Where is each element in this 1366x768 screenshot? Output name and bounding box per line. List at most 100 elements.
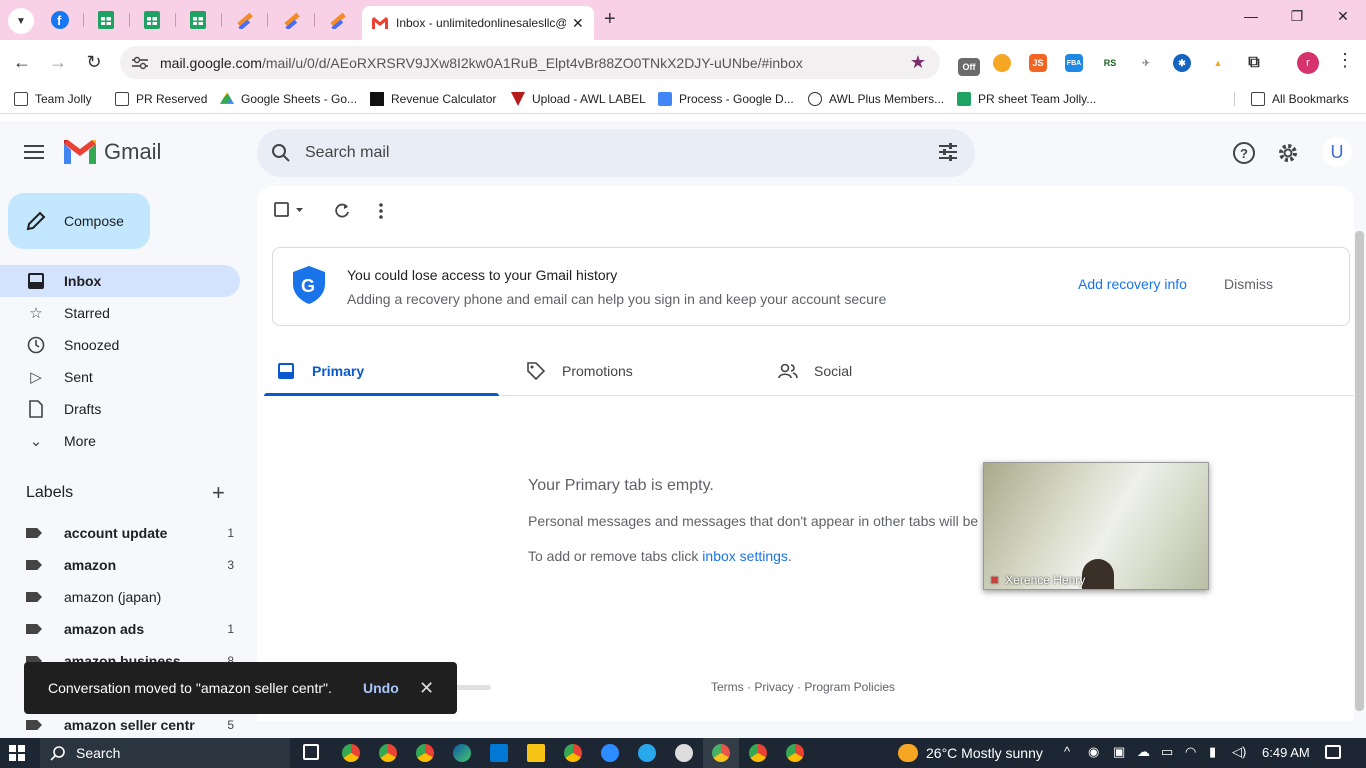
extension-fba-icon[interactable]: FBA — [1065, 54, 1083, 72]
sidebar-item-snoozed[interactable]: Snoozed — [0, 329, 240, 361]
show-hidden-icons[interactable]: ^ — [1064, 744, 1070, 759]
extension-scout-icon[interactable]: ▲ — [1209, 54, 1227, 72]
sidebar-item-starred[interactable]: ☆ Starred — [0, 297, 240, 329]
tab-social[interactable]: Social — [778, 346, 852, 396]
dismiss-button[interactable]: Dismiss — [1224, 276, 1273, 292]
footer-links[interactable]: Terms · Privacy · Program Policies — [711, 680, 895, 694]
restore-button[interactable]: ❐ — [1285, 8, 1309, 25]
new-tab-button[interactable]: + — [604, 8, 616, 31]
add-recovery-info-button[interactable]: Add recovery info — [1078, 276, 1187, 292]
sidebar-item-more[interactable]: ⌄ More — [0, 425, 240, 457]
edge-icon[interactable] — [453, 744, 471, 762]
bookmark-item[interactable]: Upload - AWL LABEL — [511, 92, 646, 106]
close-tab-icon[interactable]: ✕ — [572, 15, 584, 32]
tab-promotions[interactable]: Promotions — [526, 346, 633, 396]
pinned-tab-sheets-1[interactable] — [95, 9, 117, 31]
browser-menu-icon[interactable]: ⋮ — [1333, 50, 1357, 71]
search-options-icon[interactable] — [937, 141, 959, 163]
meet-icon[interactable]: ▣ — [1113, 744, 1125, 760]
bookmark-item[interactable]: Revenue Calculator — [370, 92, 496, 106]
extension-off-icon[interactable]: Off — [958, 58, 980, 76]
bookmark-item[interactable]: PR Reserved — [115, 92, 207, 106]
gmail-logo[interactable]: Gmail — [64, 139, 161, 165]
pinned-tab-app-3[interactable] — [326, 9, 348, 31]
all-bookmarks[interactable]: All Bookmarks — [1234, 92, 1349, 106]
store-icon[interactable] — [490, 744, 508, 762]
address-bar[interactable]: mail.google.com/mail/u/0/d/AEoRXRSRV9JXw… — [120, 46, 940, 79]
reload-button[interactable]: ↻ — [82, 52, 106, 73]
bookmark-item[interactable]: AWL Plus Members... — [808, 92, 944, 106]
weather-widget[interactable]: 26°C Mostly sunny — [898, 744, 1043, 762]
page-scrollbar[interactable] — [1355, 231, 1364, 711]
chrome-icon[interactable] — [749, 744, 767, 762]
extension-plane-icon[interactable]: ✈ — [1137, 54, 1155, 72]
sidebar-item-inbox[interactable]: Inbox — [0, 265, 240, 297]
extension-blue-icon[interactable]: ✱ — [1173, 54, 1191, 72]
bookmark-item[interactable]: Team Jolly — [14, 92, 92, 106]
bookmark-star-icon[interactable]: ★ — [910, 52, 926, 73]
chrome-icon[interactable] — [342, 744, 360, 762]
bookmark-item[interactable]: Google Sheets - Go... — [220, 92, 357, 106]
active-tab-gmail[interactable]: Inbox - unlimitedonlinesalesllc@ ✕ — [362, 6, 594, 40]
profile-avatar[interactable]: r — [1297, 52, 1319, 74]
main-menu-icon[interactable] — [24, 145, 44, 163]
battery-icon[interactable]: ▭ — [1161, 744, 1173, 760]
tab-primary[interactable]: Primary — [276, 346, 364, 396]
close-icon[interactable]: ✕ — [419, 678, 434, 699]
bookmark-item[interactable]: PR sheet Team Jolly... — [957, 92, 1096, 106]
extension-rs-icon[interactable]: RS — [1101, 54, 1119, 72]
wifi-icon[interactable]: ◠ — [1185, 744, 1196, 760]
sidebar-item-sent[interactable]: ▷ Sent — [0, 361, 240, 393]
more-options-icon[interactable] — [377, 202, 385, 220]
chrome-icon[interactable] — [379, 744, 397, 762]
pinned-tab-facebook[interactable]: f — [49, 9, 71, 31]
pinned-tab-app-1[interactable] — [233, 9, 255, 31]
bookmark-item[interactable]: Process - Google D... — [658, 92, 794, 106]
extension-js-icon[interactable]: JS — [1029, 54, 1047, 72]
undo-button[interactable]: Undo — [363, 680, 419, 696]
help-icon[interactable]: ? — [1232, 141, 1256, 165]
forward-button[interactable]: → — [46, 52, 70, 73]
tab-search-dropdown[interactable]: ▼ — [8, 8, 34, 34]
record-icon[interactable]: ◉ — [1088, 744, 1099, 760]
chrome-icon[interactable] — [416, 744, 434, 762]
telegram-icon[interactable] — [638, 744, 656, 762]
task-view-icon[interactable] — [303, 744, 319, 760]
minimize-button[interactable]: — — [1239, 8, 1263, 24]
inbox-settings-link[interactable]: inbox settings — [702, 548, 788, 564]
onedrive-icon[interactable]: ☁ — [1137, 744, 1150, 760]
chrome-icon[interactable] — [786, 744, 804, 762]
close-window-button[interactable]: ✕ — [1331, 8, 1355, 25]
file-explorer-icon[interactable] — [527, 744, 545, 762]
label-item[interactable]: amazon ads 1 — [26, 613, 234, 645]
extension-orange-icon[interactable] — [993, 54, 1011, 72]
sidebar-item-drafts[interactable]: Drafts — [0, 393, 240, 425]
label-item[interactable]: account update 1 — [26, 517, 234, 549]
compose-button[interactable]: Compose — [8, 193, 150, 249]
zoom-icon[interactable] — [601, 744, 619, 762]
chrome-icon[interactable] — [564, 744, 582, 762]
select-all-checkbox[interactable] — [274, 202, 304, 218]
app-icon[interactable] — [675, 744, 693, 762]
chrome-icon[interactable] — [703, 738, 739, 768]
search-input[interactable]: Search mail — [257, 129, 975, 177]
settings-gear-icon[interactable] — [1276, 141, 1300, 165]
video-call-overlay[interactable]: ✖ Xerence Henry — [983, 462, 1209, 590]
pinned-tab-app-2[interactable] — [280, 9, 302, 31]
clock[interactable]: 6:49 AM — [1262, 745, 1310, 760]
notification-icon[interactable] — [1325, 745, 1341, 759]
label-item[interactable]: amazon 3 — [26, 549, 234, 581]
pinned-tab-sheets-3[interactable] — [187, 9, 209, 31]
extensions-puzzle-icon[interactable]: ⧉ — [1245, 54, 1263, 72]
refresh-icon[interactable] — [333, 202, 351, 220]
create-label-button[interactable]: + — [212, 480, 225, 506]
label-item[interactable]: amazon (japan) — [26, 581, 234, 613]
back-button[interactable]: ← — [10, 52, 34, 73]
taskbar-search[interactable]: Search — [40, 738, 290, 768]
pinned-tab-sheets-2[interactable] — [141, 9, 163, 31]
volume-icon[interactable]: ◁) — [1232, 744, 1246, 760]
account-avatar[interactable]: U — [1322, 137, 1352, 167]
microphone-icon[interactable]: ▮ — [1209, 744, 1216, 760]
windows-start-icon[interactable] — [9, 745, 25, 761]
participant-video — [1082, 559, 1114, 589]
